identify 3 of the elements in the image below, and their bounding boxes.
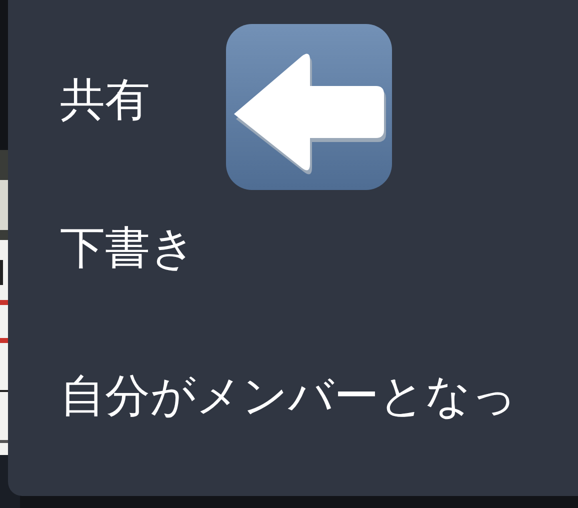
menu-item[interactable]: 自分がメンバーとなっ — [8, 322, 517, 470]
menu-item[interactable]: 共有 — [8, 26, 150, 174]
menu-item[interactable]: 下書き — [8, 174, 196, 322]
